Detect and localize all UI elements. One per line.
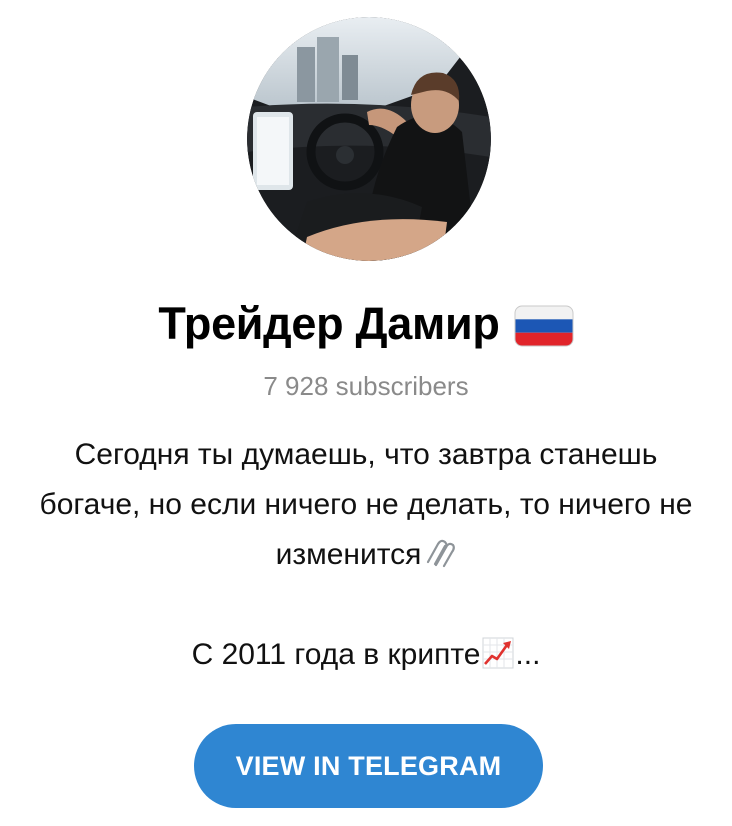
telegram-channel-preview: Трейдер Дамир 7 928 subscribers Сегодня … (0, 0, 732, 826)
channel-avatar (247, 17, 491, 261)
description-text: С 2011 года в крипте (191, 638, 481, 671)
description-text: изменится (275, 538, 422, 571)
paperclips-icon (422, 536, 456, 570)
view-in-telegram-button[interactable]: VIEW IN TELEGRAM (194, 724, 543, 808)
channel-title-row: Трейдер Дамир (0, 294, 732, 354)
description-line: Сегодня ты думаешь, что завтра станешь (74, 438, 658, 471)
description-suffix: ... (515, 638, 541, 671)
chart-increasing-icon (481, 636, 515, 670)
channel-title: Трейдер Дамир (158, 298, 500, 349)
russia-flag-icon (514, 304, 574, 348)
description-line: богаче, но если ничего не делать, то нич… (39, 488, 693, 521)
description-line: С 2011 года в крипте ... (0, 630, 732, 680)
description-line: изменится (0, 530, 732, 580)
description-spacer (0, 580, 732, 630)
subscriber-count: 7 928 subscribers (263, 371, 469, 401)
channel-description: Сегодня ты думаешь, что завтра станешь б… (0, 430, 732, 680)
avatar-photo-icon (247, 17, 491, 261)
